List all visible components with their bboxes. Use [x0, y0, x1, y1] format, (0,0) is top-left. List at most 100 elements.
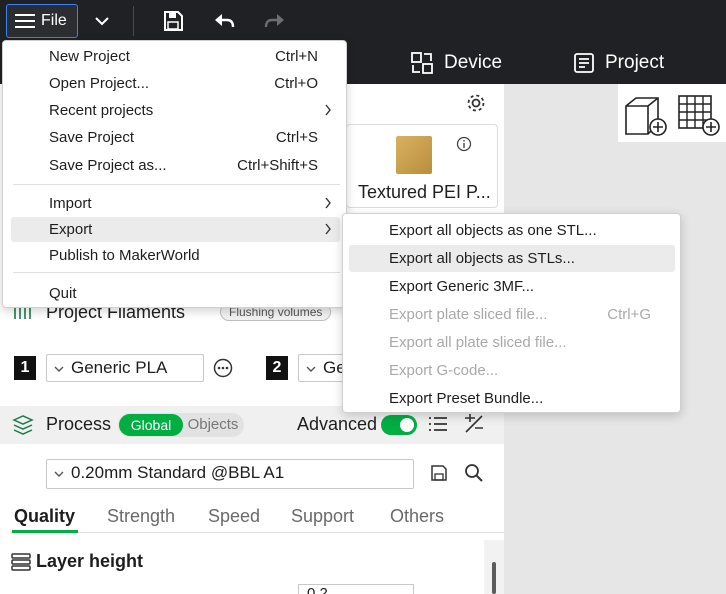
process-preset-select[interactable]: 0.20mm Standard @BBL A1	[46, 459, 414, 489]
menu-item-label: Export all objects as one STL...	[389, 222, 597, 239]
tab-device-label: Device	[444, 52, 503, 73]
menu-item-publish-makerworld[interactable]: Publish to MakerWorld	[11, 243, 340, 268]
more-options-icon[interactable]	[213, 358, 233, 378]
info-icon[interactable]	[456, 136, 472, 152]
tab-quality[interactable]: Quality	[14, 506, 75, 527]
toolbar-divider	[133, 6, 134, 36]
plate-thumbnail	[396, 136, 432, 174]
export-submenu: Export all objects as one STL... Export …	[342, 213, 681, 413]
list-icon[interactable]	[428, 415, 448, 433]
layer-height-icon	[11, 553, 31, 571]
canvas-toolbar	[618, 84, 726, 142]
tab-divider	[10, 532, 504, 533]
chevron-down-icon	[306, 366, 316, 372]
plate-type-label: Textured PEI P...	[358, 182, 491, 202]
menu-item-open-project[interactable]: Open Project... Ctrl+O	[11, 71, 340, 96]
chevron-down-icon	[54, 471, 64, 477]
menu-item-label: Export Generic 3MF...	[389, 278, 535, 295]
filament-slot-number: 2	[266, 356, 288, 380]
menu-item-label: Publish to MakerWorld	[49, 247, 200, 264]
gear-icon[interactable]	[465, 92, 487, 114]
menu-item-label: Export G-code...	[389, 362, 499, 379]
menu-item-export-gcode: Export G-code...	[349, 357, 675, 384]
filament-slot-number: 1	[14, 356, 36, 380]
menu-item-export-preset-bundle[interactable]: Export Preset Bundle...	[349, 385, 675, 412]
save-preset-icon[interactable]	[430, 464, 448, 482]
menu-item-import[interactable]: Import	[11, 191, 340, 216]
menu-item-shortcut: Ctrl+S	[275, 129, 318, 146]
filament-select-value: Ge	[323, 358, 344, 377]
menu-item-save-project-as[interactable]: Save Project as... Ctrl+Shift+S	[11, 153, 340, 178]
redo-icon[interactable]	[264, 10, 286, 32]
scrollbar-thumb[interactable]	[492, 562, 496, 594]
menu-item-label: Save Project as...	[49, 157, 167, 174]
menu-item-label: Save Project	[49, 129, 135, 146]
active-tab-indicator	[12, 530, 78, 533]
menu-item-quit[interactable]: Quit	[11, 281, 340, 306]
menu-item-shortcut: Ctrl+G	[607, 306, 651, 323]
filament-select-1[interactable]: Generic PLA	[46, 354, 204, 382]
undo-icon[interactable]	[213, 10, 235, 32]
filament-select-2[interactable]: Ge	[298, 354, 344, 382]
layers-icon	[12, 415, 34, 435]
menu-item-label: Import	[49, 195, 92, 212]
menu-item-label: Export	[49, 221, 93, 238]
layer-height-title: Layer height	[36, 551, 144, 571]
menu-item-export-all-plate-sliced: Export all plate sliced file...	[349, 329, 675, 356]
advanced-label: Advanced	[297, 414, 378, 434]
menu-item-label: Quit	[49, 285, 77, 302]
tab-speed[interactable]: Speed	[208, 506, 260, 527]
menu-item-label: Export Preset Bundle...	[389, 390, 544, 407]
chevron-right-icon	[325, 197, 331, 209]
menu-item-export-stls[interactable]: Export all objects as STLs...	[349, 245, 675, 272]
hamburger-icon	[15, 14, 35, 28]
project-icon	[574, 53, 594, 73]
menu-item-label: Open Project...	[49, 75, 150, 92]
chevron-down-icon[interactable]	[91, 10, 113, 32]
compare-icon[interactable]	[463, 414, 485, 434]
file-menu-button[interactable]: File	[6, 4, 78, 38]
menu-separator	[13, 184, 340, 185]
tab-strength[interactable]: Strength	[107, 506, 175, 527]
tab-device[interactable]: Device	[410, 42, 502, 84]
process-title: Process	[46, 414, 112, 434]
chevron-right-icon	[325, 223, 331, 235]
menu-item-export[interactable]: Export	[11, 217, 340, 242]
menu-item-shortcut: Ctrl+N	[275, 48, 318, 65]
menu-item-shortcut: Ctrl+O	[274, 75, 318, 92]
menu-item-label: Export plate sliced file...	[389, 306, 548, 323]
device-icon	[411, 52, 433, 74]
menu-item-export-one-stl[interactable]: Export all objects as one STL...	[349, 217, 675, 244]
tab-support[interactable]: Support	[291, 506, 354, 527]
file-menu-label: File	[41, 12, 67, 29]
menu-item-new-project[interactable]: New Project Ctrl+N	[11, 44, 340, 69]
process-objects-option[interactable]: Objects	[184, 414, 242, 436]
menu-item-label: New Project	[49, 48, 130, 65]
menu-item-label: Export all objects as STLs...	[389, 250, 575, 267]
top-toolbar: File	[0, 0, 726, 42]
menu-separator	[13, 272, 340, 273]
menu-item-export-3mf[interactable]: Export Generic 3MF...	[349, 273, 675, 300]
search-icon[interactable]	[464, 463, 484, 483]
process-global-option[interactable]: Global	[119, 414, 183, 436]
menu-item-save-project[interactable]: Save Project Ctrl+S	[11, 125, 340, 150]
process-preset-value: 0.20mm Standard @BBL A1	[71, 463, 285, 482]
layer-height-field[interactable]: 0.2	[298, 584, 414, 594]
filament-select-value: Generic PLA	[71, 358, 168, 377]
add-plate-icon[interactable]	[677, 94, 723, 138]
menu-item-recent-projects[interactable]: Recent projects	[11, 98, 340, 123]
add-cube-icon[interactable]	[624, 94, 670, 138]
tab-project-label: Project	[605, 52, 665, 73]
tab-others[interactable]: Others	[390, 506, 444, 527]
chevron-down-icon	[54, 366, 64, 372]
menu-item-shortcut: Ctrl+Shift+S	[237, 157, 318, 174]
menu-item-label: Recent projects	[49, 102, 154, 119]
chevron-right-icon	[325, 104, 331, 116]
menu-item-export-plate-sliced: Export plate sliced file... Ctrl+G	[349, 301, 675, 328]
menu-item-label: Export all plate sliced file...	[389, 334, 567, 351]
save-icon[interactable]	[162, 10, 184, 32]
advanced-toggle[interactable]	[381, 415, 417, 435]
file-menu: New Project Ctrl+N Open Project... Ctrl+…	[2, 40, 347, 308]
toggle-knob	[400, 418, 414, 432]
tab-project[interactable]: Project	[573, 42, 664, 84]
